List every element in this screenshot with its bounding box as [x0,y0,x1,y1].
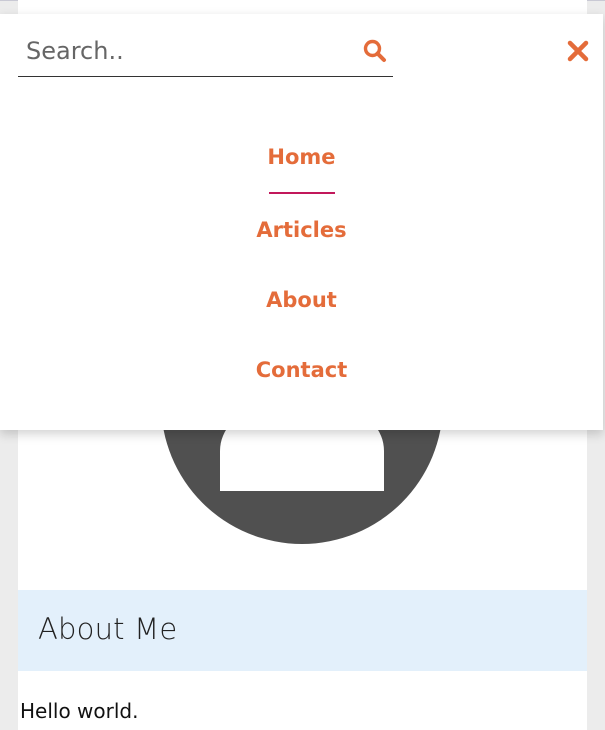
menu-overlay: Home Articles About Contact [0,14,603,430]
search-bar [18,28,393,77]
about-text: Hello world. [20,699,139,723]
nav-item-contact[interactable]: Contact [0,358,603,382]
about-title: About Me [38,612,178,646]
nav-item-about[interactable]: About [0,288,603,312]
nav-active-indicator [269,192,335,194]
search-input[interactable] [26,34,346,68]
nav-item-home[interactable]: Home [0,145,603,169]
search-icon[interactable] [362,38,388,64]
nav-item-articles[interactable]: Articles [0,218,603,242]
about-section-header: About Me [18,590,587,671]
close-icon[interactable] [564,37,592,65]
